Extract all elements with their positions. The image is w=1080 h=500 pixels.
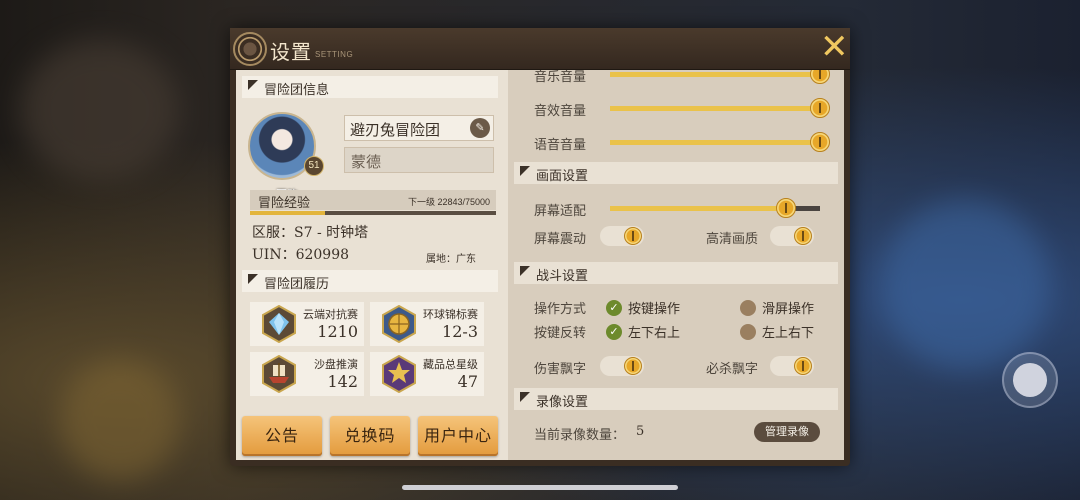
control-mode-option-keys[interactable]: 按键操作 [628, 298, 680, 317]
team-name-field: 避刃兔冒险团 ✎ [344, 115, 494, 141]
screen-shake-toggle[interactable] [600, 226, 644, 246]
level-badge: 51 [304, 156, 324, 176]
stat-card[interactable]: 沙盘推演 142 [250, 352, 364, 396]
uin-info: UIN：620998 [252, 247, 350, 263]
section-header-history: 冒险团履历 [242, 270, 498, 292]
section-header-display: 画面设置 [514, 162, 838, 184]
joystick-icon[interactable] [1002, 352, 1058, 408]
announcement-button[interactable]: 公告 [242, 416, 322, 456]
settings-emblem-icon [233, 32, 267, 66]
damage-float-toggle[interactable] [600, 356, 644, 376]
star-figure-icon [382, 355, 416, 393]
voice-volume-slider[interactable] [610, 132, 830, 152]
radio-unselected-icon[interactable] [740, 324, 756, 340]
record-count-label: 当前录像数量： [534, 428, 626, 443]
stat-value: 12-3 [442, 322, 478, 341]
stat-name: 云端对抗赛 [303, 308, 358, 321]
section-marker-icon [520, 392, 530, 402]
manage-recordings-button[interactable]: 管理录像 [754, 422, 820, 442]
background-blur [60, 360, 180, 480]
slider-knob[interactable] [810, 132, 830, 152]
toggle-knob [794, 357, 812, 375]
page-title: 设置 [270, 40, 312, 64]
music-volume-label: 音乐音量 [534, 70, 587, 85]
toggle-knob [794, 227, 812, 245]
server-info: 区服：S7 - 时钟塔 [252, 225, 369, 241]
section-marker-icon [520, 166, 530, 176]
key-flip-label: 按键反转 [534, 326, 587, 341]
stat-value: 47 [457, 372, 478, 391]
voice-volume-row: 语音音量 [518, 128, 836, 156]
user-center-button[interactable]: 用户中心 [418, 416, 498, 456]
exp-progress-track [250, 211, 496, 215]
control-mode-option-swipe[interactable]: 滑屏操作 [762, 298, 814, 317]
diamond-badge-icon [262, 305, 296, 343]
stat-value: 1210 [317, 322, 358, 341]
exp-next-level: 下一级 22843/75000 [407, 197, 490, 207]
stat-card[interactable]: 环球锦标赛 12-3 [370, 302, 484, 346]
hd-quality-toggle[interactable] [770, 226, 814, 246]
crit-float-toggle[interactable] [770, 356, 814, 376]
slider-knob[interactable] [810, 98, 830, 118]
background-blur [20, 40, 180, 180]
toggle-knob [624, 227, 642, 245]
music-volume-slider[interactable] [610, 70, 830, 84]
slider-knob[interactable] [810, 70, 830, 84]
exp-progress-fill [250, 211, 325, 215]
stat-card[interactable]: 藏品总星级 47 [370, 352, 484, 396]
section-marker-icon [248, 274, 258, 284]
gold-orb-icon [382, 305, 416, 343]
exp-label: 冒险经验 [258, 196, 311, 211]
edit-name-icon[interactable]: ✎ [470, 118, 490, 138]
stat-name: 藏品总星级 [423, 358, 478, 371]
screen-fit-label: 屏幕适配 [534, 204, 587, 219]
stat-name: 环球锦标赛 [423, 308, 478, 321]
sfx-volume-label: 音效音量 [534, 104, 587, 119]
title-bar: 设置 SETTING ✕ [230, 28, 850, 70]
radio-unselected-icon[interactable] [740, 300, 756, 316]
hd-quality-label: 高清画质 [706, 232, 759, 247]
stat-value: 142 [327, 372, 358, 391]
screen-fit-slider[interactable] [610, 198, 820, 218]
section-marker-icon [520, 266, 530, 276]
page-subtitle: SETTING [315, 50, 354, 59]
damage-float-label: 伤害飘字 [534, 362, 587, 377]
slider-knob[interactable] [776, 198, 797, 218]
settings-panel: 设置 SETTING ✕ 冒险团信息 51 更改 避刃兔冒险团 ✎ 蒙德 冒险经… [230, 28, 850, 466]
record-count: 5 [636, 424, 645, 439]
music-volume-row: 音乐音量 [518, 70, 836, 88]
ship-badge-icon [262, 355, 296, 393]
guild-name-field: 蒙德 [344, 147, 494, 173]
section-header-record: 录像设置 [514, 388, 838, 410]
home-indicator[interactable] [402, 485, 678, 490]
exp-bar: 冒险经验 下一级 22843/75000 [250, 190, 496, 211]
control-mode-label: 操作方式 [534, 302, 587, 317]
screen-shake-label: 屏幕震动 [534, 232, 587, 247]
key-flip-option-1[interactable]: 左下右上 [628, 322, 680, 341]
game-screen: 设置 SETTING ✕ 冒险团信息 51 更改 避刃兔冒险团 ✎ 蒙德 冒险经… [0, 0, 1080, 500]
section-header-team-info: 冒险团信息 [242, 76, 498, 98]
background-blur [880, 200, 1050, 370]
screen-fit-row: 屏幕适配 [518, 194, 836, 222]
settings-pane: 音乐音量 音效音量 语音音量 画面设置 屏幕适配 屏幕震动 高清画质 战斗设置 … [508, 70, 844, 460]
team-name: 避刃兔冒险团 [350, 121, 441, 139]
sfx-volume-row: 音效音量 [518, 94, 836, 122]
close-icon[interactable]: ✕ [820, 30, 849, 64]
crit-float-label: 必杀飘字 [706, 362, 759, 377]
guild-name: 蒙德 [351, 153, 382, 171]
stat-name: 沙盘推演 [314, 358, 358, 371]
stat-card[interactable]: 云端对抗赛 1210 [250, 302, 364, 346]
voice-volume-label: 语音音量 [534, 138, 587, 153]
key-flip-option-2[interactable]: 左上右下 [762, 322, 814, 341]
checkmark-icon[interactable]: ✓ [606, 300, 622, 316]
sfx-volume-slider[interactable] [610, 98, 830, 118]
checkmark-icon[interactable]: ✓ [606, 324, 622, 340]
location-info: 属地：广东 [426, 254, 476, 265]
redeem-code-button[interactable]: 兑换码 [330, 416, 410, 456]
section-marker-icon [248, 80, 258, 90]
toggle-knob [624, 357, 642, 375]
team-info-pane: 冒险团信息 51 更改 避刃兔冒险团 ✎ 蒙德 冒险经验 下一级 22843/7… [236, 70, 508, 460]
section-header-battle: 战斗设置 [514, 262, 838, 284]
